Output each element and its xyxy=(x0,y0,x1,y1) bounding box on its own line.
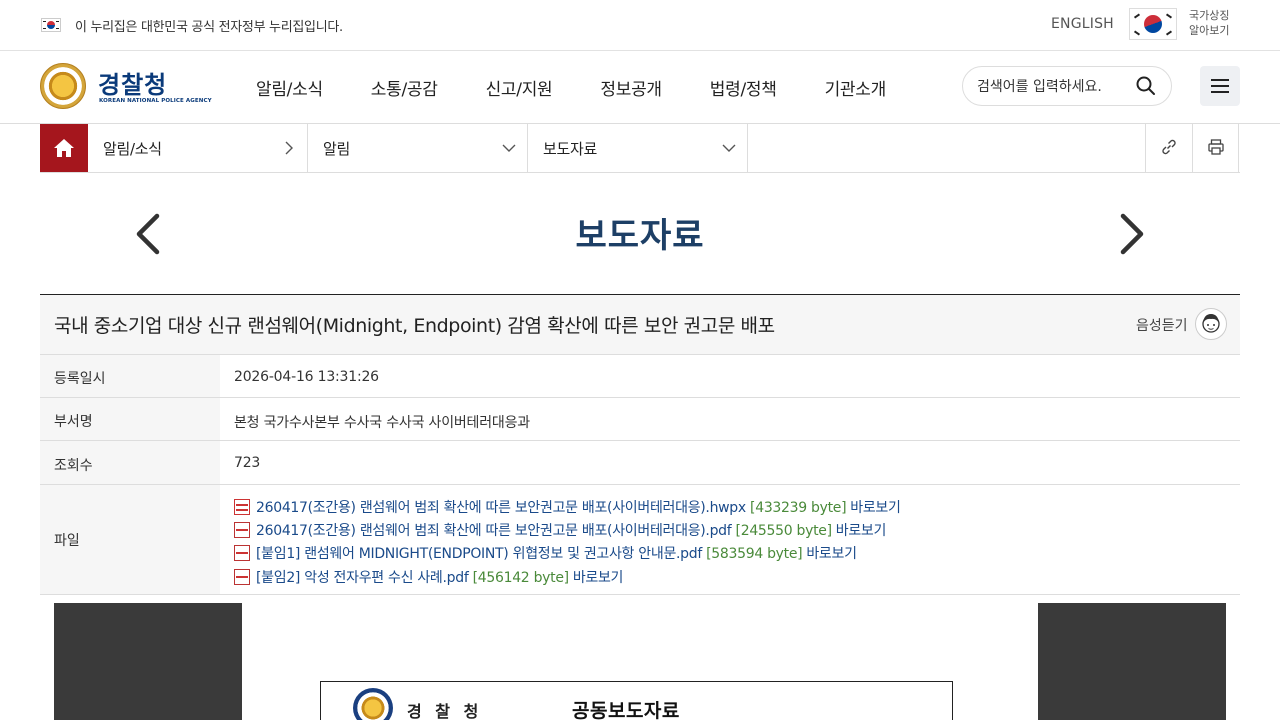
views-label: 조회수 xyxy=(54,458,93,474)
chevron-down-icon xyxy=(502,144,516,152)
file-label: 파일 xyxy=(54,533,80,549)
breadcrumb-level2[interactable]: 알림 xyxy=(308,124,528,172)
hwp-file-icon xyxy=(234,499,250,515)
file-view-link[interactable]: 바로보기 xyxy=(836,523,887,539)
breadcrumb-level2-label: 알림 xyxy=(323,140,351,158)
page-title: 보도자료 xyxy=(575,216,705,256)
nav-report[interactable]: 신고/지원 xyxy=(486,75,553,100)
file-view-link[interactable]: 바로보기 xyxy=(850,500,901,516)
breadcrumb-level1[interactable]: 알림/소식 xyxy=(88,124,308,172)
file-download-link[interactable]: [붙임2] 악성 전자우편 수신 사례.pdf xyxy=(256,570,469,586)
home-icon xyxy=(54,139,74,157)
breadcrumb-level3-label: 보도자료 xyxy=(543,140,598,158)
file-item: [붙임1] 랜섬웨어 MIDNIGHT(ENDPOINT) 위협정보 및 권고사… xyxy=(234,543,857,563)
info-row-dept: 부서명 본청 국가수사본부 수사국 수사국 사이버테러대응과 xyxy=(40,398,1240,441)
breadcrumb: 알림/소식 알림 보도자료 xyxy=(40,124,1240,173)
global-nav: 알림/소식 소통/공감 신고/지원 정보공개 법령/정책 기관소개 xyxy=(256,75,934,100)
share-link-button[interactable] xyxy=(1145,124,1192,172)
nav-law-policy[interactable]: 법령/정책 xyxy=(710,75,777,100)
main-header: 경찰청 KOREAN NATIONAL POLICE AGENCY 알림/소식 … xyxy=(0,51,1280,124)
site-logo[interactable]: 경찰청 KOREAN NATIONAL POLICE AGENCY xyxy=(40,63,212,113)
hamburger-icon xyxy=(1211,79,1229,81)
file-view-link[interactable]: 바로보기 xyxy=(573,570,624,586)
pdf-file-icon xyxy=(234,545,250,561)
file-download-link[interactable]: [붙임1] 랜섬웨어 MIDNIGHT(ENDPOINT) 위협정보 및 권고사… xyxy=(256,546,702,562)
viewer-left-margin xyxy=(54,603,242,720)
file-size: [433239 byte] xyxy=(750,500,847,516)
print-icon xyxy=(1208,139,1224,155)
nav-notice[interactable]: 알림/소식 xyxy=(256,75,323,100)
document-page: 경 찰 청 공동보도자료 xyxy=(320,681,953,720)
chevron-right-icon xyxy=(285,141,293,155)
police-emblem-icon xyxy=(353,688,393,720)
file-item: 260417(조간용) 랜섬웨어 범죄 확산에 따른 보안권고문 배포(사이버테… xyxy=(234,497,901,517)
korea-flag-icon xyxy=(41,18,61,32)
gov-notice-text[interactable]: 이 누리집은 대한민국 공식 전자정부 누리집입니다. xyxy=(75,16,343,35)
print-button[interactable] xyxy=(1192,124,1239,172)
symbol-line1: 국가상징 xyxy=(1189,9,1230,22)
pdf-file-icon xyxy=(234,569,250,585)
nav-communication[interactable]: 소통/공감 xyxy=(371,75,438,100)
breadcrumb-level3[interactable]: 보도자료 xyxy=(528,124,748,172)
nav-about[interactable]: 기관소개 xyxy=(825,75,887,100)
search-icon[interactable] xyxy=(1135,75,1157,97)
chevron-down-icon xyxy=(722,144,736,152)
file-size: [245550 byte] xyxy=(735,523,833,539)
search-box xyxy=(962,66,1172,106)
logo-title: 경찰청 xyxy=(98,71,168,99)
symbol-line2: 알아보기 xyxy=(1189,24,1230,37)
english-link[interactable]: ENGLISH xyxy=(1051,16,1114,32)
gov-banner: 이 누리집은 대한민국 공식 전자정부 누리집입니다. ENGLISH 국가상징… xyxy=(0,0,1280,51)
file-size: [456142 byte] xyxy=(472,570,570,586)
police-emblem-icon xyxy=(40,63,86,109)
file-view-link[interactable]: 바로보기 xyxy=(806,546,857,562)
date-value: 2026-04-16 13:31:26 xyxy=(234,369,379,385)
file-download-link[interactable]: 260417(조간용) 랜섬웨어 범죄 확산에 따른 보안권고문 배포(사이버테… xyxy=(256,500,746,516)
info-row-views: 조회수 723 xyxy=(40,441,1240,485)
dept-label: 부서명 xyxy=(54,414,93,430)
search-input[interactable] xyxy=(977,76,1127,98)
prev-arrow-icon[interactable] xyxy=(133,210,163,258)
document-type: 공동보도자료 xyxy=(572,700,680,720)
document-org: 경 찰 청 xyxy=(407,702,483,720)
viewer-right-margin xyxy=(1038,603,1226,720)
nav-info-disclosure[interactable]: 정보공개 xyxy=(600,75,662,100)
menu-button[interactable] xyxy=(1200,66,1240,106)
logo-subtitle: KOREAN NATIONAL POLICE AGENCY xyxy=(99,98,212,104)
views-value: 723 xyxy=(234,455,261,471)
date-label: 등록일시 xyxy=(54,371,106,387)
tts-label[interactable]: 음성듣기 xyxy=(1136,315,1188,335)
info-row-files: 파일 260417(조간용) 랜섬웨어 범죄 확산에 따른 보안권고문 배포(사… xyxy=(40,485,1240,595)
file-size: [583594 byte] xyxy=(706,546,803,562)
file-item: [붙임2] 악성 전자우편 수신 사례.pdf [456142 byte] 바로보… xyxy=(234,567,623,587)
next-arrow-icon[interactable] xyxy=(1117,210,1147,258)
national-symbol-link[interactable]: 국가상징 알아보기 xyxy=(1189,8,1249,38)
speaker-avatar-icon xyxy=(1202,314,1220,333)
article-header: 국내 중소기업 대상 신규 랜섬웨어(Midnight, Endpoint) 감… xyxy=(40,294,1240,355)
article-title: 국내 중소기업 대상 신규 랜섬웨어(Midnight, Endpoint) 감… xyxy=(54,315,775,337)
breadcrumb-level1-label: 알림/소식 xyxy=(103,140,162,158)
link-icon xyxy=(1162,139,1176,155)
file-download-link[interactable]: 260417(조간용) 랜섬웨어 범죄 확산에 따른 보안권고문 배포(사이버테… xyxy=(256,523,732,539)
info-row-date: 등록일시 2026-04-16 13:31:26 xyxy=(40,355,1240,398)
file-item: 260417(조간용) 랜섬웨어 범죄 확산에 따른 보안권고문 배포(사이버테… xyxy=(234,520,886,540)
home-button[interactable] xyxy=(40,124,88,172)
pdf-file-icon xyxy=(234,522,250,538)
dept-value: 본청 국가수사본부 수사국 수사국 사이버테러대응과 xyxy=(234,415,530,431)
tts-button[interactable] xyxy=(1195,308,1227,340)
national-symbol-icon[interactable] xyxy=(1129,8,1177,40)
